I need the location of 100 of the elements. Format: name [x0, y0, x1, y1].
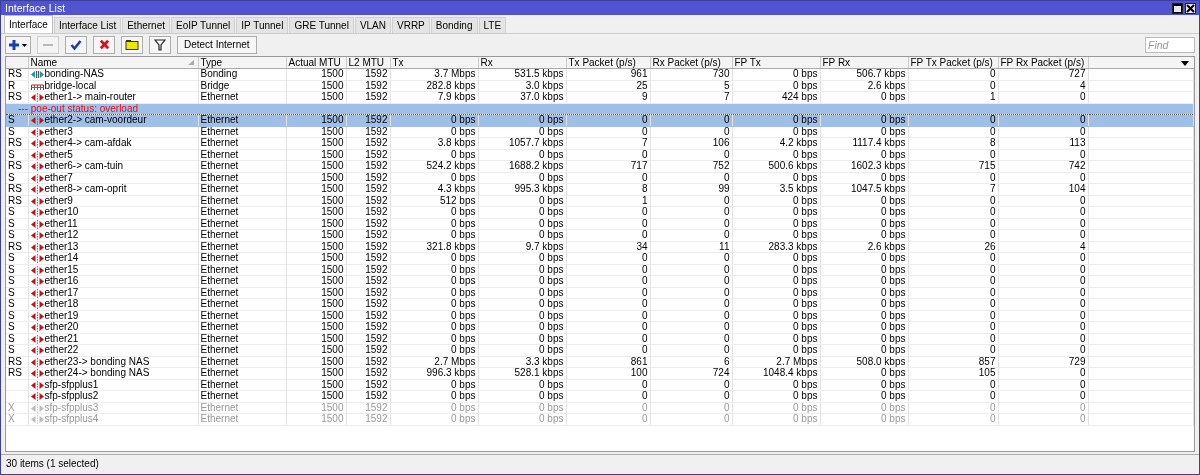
tab[interactable]: VLAN	[354, 17, 391, 33]
table-cell: 524.2 kbps	[426, 161, 476, 172]
table-row[interactable]: sfp-sfpplus1 Ethernet 1500 1592 0 bps 0 bps 0 0 0 bps 0 bps 0 0	[6, 379, 1194, 391]
close-button[interactable]	[1185, 2, 1196, 14]
interface-name: ether23-> bonding NAS	[44, 356, 150, 367]
column-header[interactable]: L2 MTU	[346, 57, 390, 69]
table-cell: 0 bps	[451, 218, 476, 229]
tab[interactable]: Bonding	[430, 17, 478, 33]
status-flags: S	[8, 310, 15, 321]
table-row[interactable]: S ether19 Ethernet 1500 1592 0 bps 0 bps 0 0 0 bps 0 bps 0 0	[6, 310, 1194, 322]
column-header[interactable]: Rx	[478, 57, 566, 69]
table-row[interactable]: S ether3 Ethernet 1500 1592 0 bps 0 bps 0 0 0 bps 0 bps 0 0	[6, 126, 1194, 138]
table-row[interactable]: RS ether8-> cam-oprit Ethernet 1500 1592 4.3 kbps 995.3 kbps 8 99 3.5 kbps 1047.5 kbps 7 104	[6, 183, 1194, 196]
column-header[interactable]: Rx Packet (p/s)	[650, 57, 732, 69]
ethernet-port-icon	[30, 208, 44, 218]
column-header[interactable]: Tx Packet (p/s)	[566, 57, 650, 69]
table-row[interactable]: S ether12 Ethernet 1500 1592 0 bps 0 bps 0 0 0 bps 0 bps 0 0	[6, 229, 1194, 242]
tab[interactable]: VRRP	[392, 17, 430, 33]
enable-button[interactable]	[65, 35, 87, 54]
table-cell: Ethernet	[200, 322, 239, 333]
table-cell: Ethernet	[200, 92, 239, 103]
column-header[interactable]: Name	[28, 57, 198, 69]
table-row[interactable]: S ether5 Ethernet 1500 1592 0 bps 0 bps 0 0 0 bps 0 bps 0 0	[6, 149, 1194, 161]
table-row[interactable]: RS ether24-> bonding NAS Ethernet 1500 1592 996.3 kbps 528.1 kbps 100 724 1048.4 kbps 0 bps 105 0	[6, 367, 1194, 380]
column-header[interactable]: Tx	[390, 57, 478, 69]
table-row[interactable]: RS ether6-> cam-tuin Ethernet 1500 1592 524.2 kbps 1688.2 kbps 717 752 500.6 kbps 1602.3 kbps 715 742	[6, 160, 1194, 173]
table-cell: Ethernet	[200, 115, 239, 126]
table-row[interactable]: RS ether23-> bonding NAS Ethernet 1500 1592 2.7 Mbps 3.3 kbps 861 6 2.7 Mbps 508.0 kbps 857 729	[6, 356, 1194, 368]
disable-button[interactable]	[93, 35, 115, 54]
interface-name: ether13	[44, 241, 79, 252]
table-row[interactable]: S ether14 Ethernet 1500 1592 0 bps 0 bps 0 0 0 bps 0 bps 0 0	[6, 252, 1194, 265]
column-header[interactable]: FP Rx	[820, 57, 908, 69]
table-cell: 0 bps	[793, 126, 818, 137]
table-cell: 282.8 kbps	[426, 80, 476, 91]
tab[interactable]: EoIP Tunnel	[171, 17, 236, 33]
table-cell: 0	[723, 195, 730, 206]
filter-button[interactable]	[149, 35, 171, 54]
table-cell: 752	[712, 161, 730, 172]
tab[interactable]: LTE	[478, 17, 507, 33]
table-cell: 0 bps	[451, 230, 476, 241]
table-row[interactable]: S ether10 Ethernet 1500 1592 0 bps 0 bps 0 0 0 bps 0 bps 0 0	[6, 206, 1194, 219]
add-button[interactable]	[5, 35, 31, 54]
table-row[interactable]: S ether18 Ethernet 1500 1592 0 bps 0 bps 0 0 0 bps 0 bps 0 0	[6, 298, 1194, 311]
table-cell: 0 bps	[881, 379, 906, 390]
tab[interactable]: GRE Tunnel	[289, 17, 354, 33]
table-cell: 0 bps	[793, 276, 818, 287]
table-row[interactable]: S ether22 Ethernet 1500 1592 0 bps 0 bps 0 0 0 bps 0 bps 0 0	[6, 344, 1194, 357]
table-cell: 727	[1068, 69, 1086, 80]
table-cell: 3.5 kbps	[779, 184, 818, 195]
table-row[interactable]: S ether17 Ethernet 1500 1592 0 bps 0 bps 0 0 0 bps 0 bps 0 0	[6, 287, 1194, 299]
table-cell: 1500	[321, 379, 344, 390]
table-cell: 0 bps	[881, 402, 906, 413]
funnel-icon	[154, 38, 166, 51]
tab[interactable]: Interface	[4, 15, 53, 33]
column-header[interactable]: Actual MTU	[286, 57, 346, 69]
table-cell: 0 bps	[539, 287, 564, 298]
interface-name: ether14	[44, 253, 79, 264]
search-field[interactable]: Find	[1145, 36, 1195, 53]
maximize-button[interactable]	[1172, 2, 1183, 14]
table-row[interactable]: S ether20 Ethernet 1500 1592 0 bps 0 bps 0 0 0 bps 0 bps 0 0	[6, 321, 1194, 334]
table-row[interactable]: S ether16 Ethernet 1500 1592 0 bps 0 bps 0 0 0 bps 0 bps 0 0	[6, 275, 1194, 288]
table-cell: 0	[989, 195, 996, 206]
status-flags: S	[8, 276, 15, 287]
table-cell: 1048.4 kbps	[763, 368, 818, 379]
table-row[interactable]: S ether21 Ethernet 1500 1592 0 bps 0 bps 0 0 0 bps 0 bps 0 0	[6, 333, 1194, 345]
table-cell: Ethernet	[200, 414, 239, 425]
table-row[interactable]: S ether2-> cam-voordeur Ethernet 1500 1592 0 bps 0 bps 0 0 0 bps 0 bps 0 0	[6, 114, 1194, 127]
tab[interactable]: Interface List	[53, 17, 122, 33]
table-cell: 1500	[321, 345, 344, 356]
detect-internet-button[interactable]: Detect Internet	[177, 35, 257, 54]
table-cell: Ethernet	[200, 195, 239, 206]
table-cell: 1500	[321, 310, 344, 321]
interface-name: ether2-> cam-voordeur	[44, 115, 147, 126]
table-cell: 0	[723, 379, 730, 390]
table-row[interactable]: RS bonding-NAS Bonding 1500 1592 3.7 Mbps 531.5 kbps 961 730 0 bps 506.7 kbps 0 727	[6, 68, 1194, 81]
table-row[interactable]: S ether7 Ethernet 1500 1592 0 bps 0 bps 0 0 0 bps 0 bps 0 0	[6, 172, 1194, 184]
table-row[interactable]: RS ether9 Ethernet 1500 1592 512 bps 0 bps 1 0 0 bps 0 bps 0 0	[6, 195, 1194, 207]
table-cell: Ethernet	[200, 184, 239, 195]
column-header[interactable]: FP Tx Packet (p/s)	[908, 57, 998, 69]
table-row[interactable]: S ether15 Ethernet 1500 1592 0 bps 0 bps 0 0 0 bps 0 bps 0 0	[6, 264, 1194, 276]
table-row[interactable]: RS ether13 Ethernet 1500 1592 321.8 kbps 9.7 kbps 34 11 283.3 kbps 2.6 kbps 26 4	[6, 241, 1194, 253]
column-header[interactable]: FP Tx	[732, 57, 820, 69]
table-cell: 0	[641, 299, 648, 310]
tab[interactable]: IP Tunnel	[236, 17, 289, 33]
table-cell: 0 bps	[539, 414, 564, 425]
column-header[interactable]: FP Rx Packet (p/s)	[998, 57, 1088, 69]
table-row[interactable]: RS ether1-> main-router Ethernet 1500 1592 7.9 kbps 37.0 kbps 9 7 424 bps 0 bps 1 0	[6, 91, 1194, 104]
status-flags: S	[8, 230, 15, 241]
ethernet-port-icon	[30, 380, 44, 390]
column-header[interactable]: Type	[198, 57, 286, 69]
status-flags: RS	[8, 138, 22, 149]
table-row[interactable]: sfp-sfpplus2 Ethernet 1500 1592 0 bps 0 bps 0 0 0 bps 0 bps 0 0	[6, 390, 1194, 403]
table-row[interactable]: R bridge-local Bridge 1500 1592 282.8 kbps 3.0 kbps 25 5 0 bps 2.6 kbps 0 4	[6, 80, 1194, 92]
table-cell: 0	[1079, 414, 1086, 425]
tab[interactable]: Ethernet	[122, 17, 170, 33]
comment-button[interactable]	[121, 35, 143, 54]
table-cell: 1500	[321, 333, 344, 344]
ethernet-port-icon	[30, 300, 44, 310]
table-row[interactable]: S ether11 Ethernet 1500 1592 0 bps 0 bps 0 0 0 bps 0 bps 0 0	[6, 218, 1194, 230]
table-row[interactable]: RS ether4-> cam-afdak Ethernet 1500 1592 3.8 kbps 1057.7 kbps 7 106 4.2 kbps 1117.4 kbps 8 113	[6, 137, 1194, 150]
